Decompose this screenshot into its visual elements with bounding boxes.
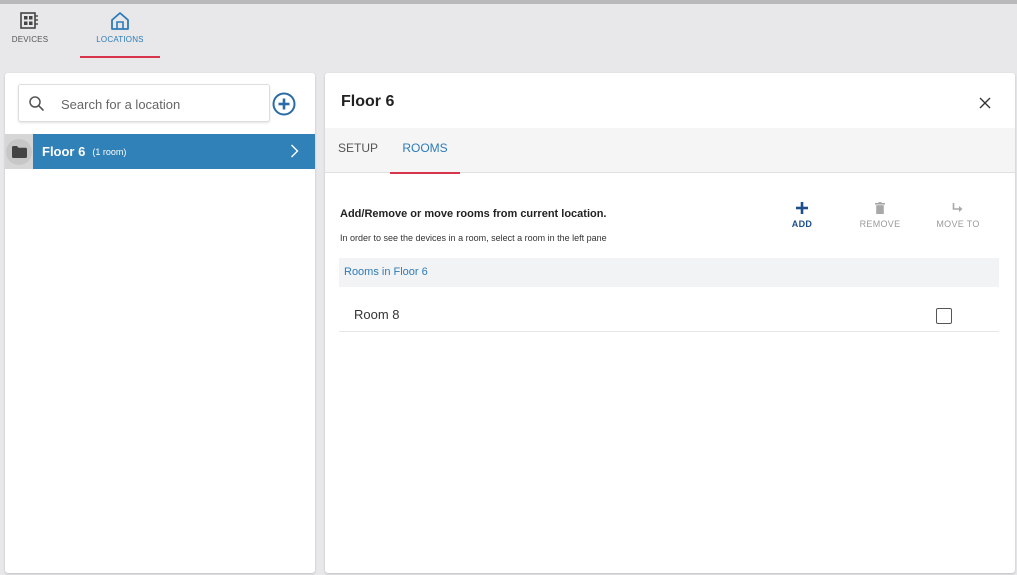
location-details-panel: Floor 6 SETUP ROOMS Add/Remove or move r… <box>325 73 1015 573</box>
devices-icon <box>20 12 38 29</box>
nav-tab-devices[interactable]: DEVICES <box>4 10 56 58</box>
tab-rooms[interactable]: ROOMS <box>390 128 460 174</box>
active-tab-indicator <box>390 172 460 174</box>
rooms-description-title: Add/Remove or move rooms from current lo… <box>340 208 607 220</box>
plus-icon <box>796 202 808 214</box>
tab-setup[interactable]: SETUP <box>335 128 381 173</box>
move-room-label: MOVE TO <box>936 219 980 229</box>
panel-title: Floor 6 <box>341 93 395 110</box>
rooms-description-hint: In order to see the devices in a room, s… <box>340 233 607 243</box>
search-box <box>18 84 270 122</box>
locations-panel: Floor 6 (1 room) <box>5 73 315 573</box>
home-icon <box>111 12 129 30</box>
panel-tabs: SETUP ROOMS <box>325 128 1015 174</box>
search-icon <box>29 96 44 111</box>
active-tab-indicator <box>80 56 160 58</box>
location-row-floor-6[interactable]: Floor 6 (1 room) <box>5 134 315 169</box>
location-room-count: (1 room) <box>92 146 127 157</box>
rooms-list-header: Rooms in Floor 6 <box>339 258 999 287</box>
add-location-icon[interactable] <box>272 92 296 116</box>
move-arrow-icon <box>952 203 963 212</box>
remove-room-button[interactable]: REMOVE <box>852 202 908 238</box>
add-room-label: ADD <box>791 219 813 229</box>
remove-room-label: REMOVE <box>859 219 901 229</box>
location-name: Floor 6 <box>42 144 86 159</box>
room-select-checkbox[interactable] <box>936 308 952 324</box>
trash-icon <box>875 202 885 214</box>
folder-icon <box>11 145 27 158</box>
tab-rooms-label: ROOMS <box>402 141 448 155</box>
chevron-right-icon <box>291 144 299 158</box>
top-navigation: DEVICES LOCATIONS <box>0 4 1017 58</box>
folder-toggle[interactable] <box>5 134 33 169</box>
location-item[interactable]: Floor 6 (1 room) <box>33 134 315 169</box>
search-input[interactable] <box>61 93 261 115</box>
nav-tab-locations[interactable]: LOCATIONS <box>80 10 160 58</box>
nav-tab-locations-label: LOCATIONS <box>96 35 144 44</box>
nav-tab-devices-label: DEVICES <box>11 35 49 44</box>
add-room-button[interactable]: ADD <box>774 202 830 238</box>
close-icon[interactable] <box>979 97 991 109</box>
move-room-button[interactable]: MOVE TO <box>930 202 986 238</box>
room-row[interactable]: Room 8 <box>339 299 999 332</box>
room-name: Room 8 <box>354 307 400 322</box>
